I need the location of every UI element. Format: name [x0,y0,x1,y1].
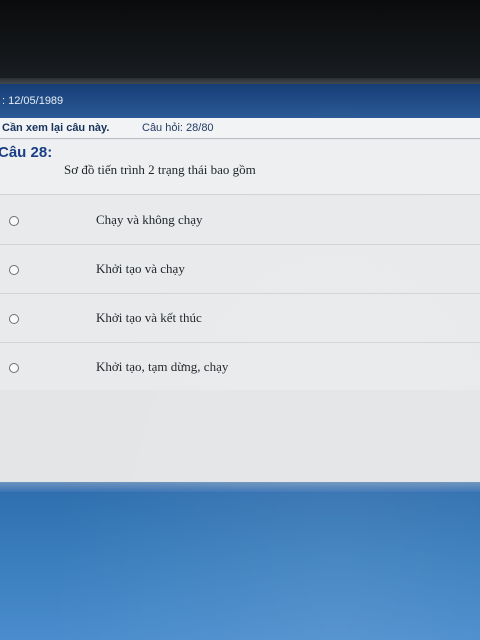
question-text: Sơ đồ tiến trình 2 trạng thái bao gồm [64,162,256,177]
question-counter: Câu hỏi: 28/80 [142,122,214,134]
monitor-bezel [0,0,480,86]
radio-button[interactable] [9,314,19,324]
answer-option[interactable]: Khởi tạo và kết thúc [0,294,480,343]
empty-panel [0,390,480,483]
radio-button[interactable] [9,265,19,275]
answer-label: Khởi tạo, tạm dừng, chạy [96,359,229,374]
review-flag-link[interactable]: Cần xem lại câu này. [0,122,142,134]
answer-label: Khởi tạo và chạy [96,261,185,276]
question-header: Câu 28: Sơ đồ tiến trình 2 trạng thái ba… [0,140,480,195]
date-text: : 12/05/1989 [2,95,64,107]
answer-label: Chạy và không chạy [96,212,203,227]
question-toolbar: Cần xem lại câu này. Câu hỏi: 28/80 [0,118,480,139]
panel-footer-band [0,482,480,492]
exam-window: : 12/05/1989 Cần xem lại câu này. Câu hỏ… [0,84,480,640]
answer-option[interactable]: Chạy và không chạy [0,196,480,245]
answer-option[interactable]: Khởi tạo, tạm dừng, chạy [0,343,480,392]
desktop-background [0,492,480,640]
answer-option[interactable]: Khởi tạo và chạy [0,245,480,294]
answer-label: Khởi tạo và kết thúc [96,310,202,325]
answer-options: Chạy và không chạy Khởi tạo và chạy Khởi… [0,196,480,392]
radio-button[interactable] [9,216,19,226]
question-number: Câu 28: [0,144,53,161]
header-bar: : 12/05/1989 [0,84,480,118]
radio-button[interactable] [9,363,19,373]
